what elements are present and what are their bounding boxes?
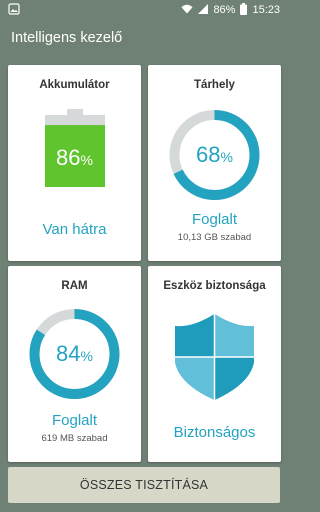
battery-card[interactable]: Akkumulátor 86% Van hátra xyxy=(8,65,141,261)
ram-card[interactable]: RAM 84% Foglalt 619 MB szabad xyxy=(8,266,141,462)
shield-icon xyxy=(175,314,254,400)
battery-level-value: 86 xyxy=(56,145,81,170)
signal-icon xyxy=(198,3,209,17)
security-card[interactable]: Eszköz biztonsága Biztonságos xyxy=(148,266,281,462)
wifi-icon xyxy=(181,4,193,17)
battery-card-title: Akkumulátor xyxy=(39,79,110,91)
storage-percent-text: 68% xyxy=(148,142,281,168)
storage-card[interactable]: Tárhely 68% Foglalt 10,13 GB szabad xyxy=(148,65,281,261)
security-status-text: Biztonságos xyxy=(173,424,256,441)
clean-all-button[interactable]: ÖSSZES TISZTÍTÁSA xyxy=(8,467,280,503)
storage-free-text: 10,13 GB szabad xyxy=(177,232,252,243)
clock-text: 15:23 xyxy=(252,4,280,16)
ram-percent-text: 84% xyxy=(8,341,141,367)
gallery-notification-icon xyxy=(8,3,20,18)
battery-percent-text: 86% xyxy=(213,4,236,16)
battery-status-text: Van hátra xyxy=(42,221,107,238)
storage-card-title: Tárhely xyxy=(194,79,235,91)
battery-level-text: 86% xyxy=(8,145,141,171)
storage-percent-value: 68 xyxy=(196,142,221,167)
ram-card-title: RAM xyxy=(61,280,88,292)
ram-percent-unit: % xyxy=(80,348,93,364)
status-bar: 86% 15:23 xyxy=(0,0,288,20)
ram-percent-value: 84 xyxy=(56,341,81,366)
battery-level-unit: % xyxy=(80,152,93,168)
security-card-title: Eszköz biztonsága xyxy=(163,280,266,292)
storage-percent-unit: % xyxy=(220,149,233,165)
ram-status-text: Foglalt xyxy=(51,412,98,429)
battery-status-icon xyxy=(240,2,248,18)
app-title: Intelligens kezelő xyxy=(11,30,123,46)
app-bar: Intelligens kezelő xyxy=(0,20,288,56)
ram-free-text: 619 MB szabad xyxy=(41,433,108,444)
storage-status-text: Foglalt xyxy=(191,211,238,228)
